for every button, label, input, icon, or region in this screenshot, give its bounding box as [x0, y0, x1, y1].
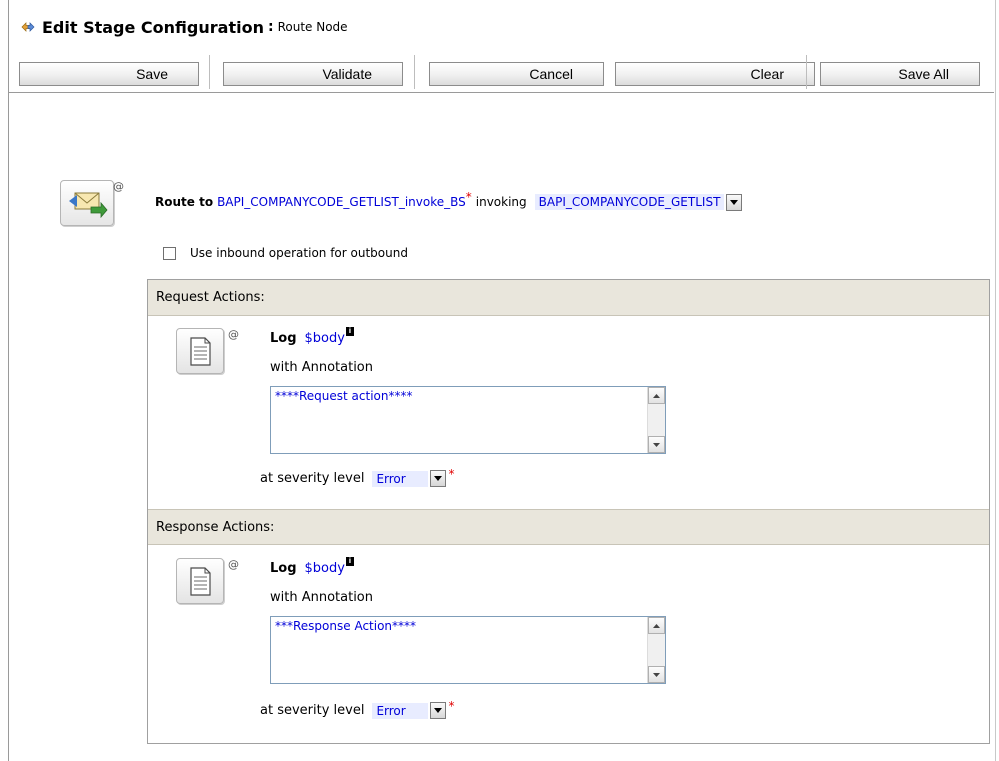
scroll-up-icon[interactable] — [648, 387, 665, 404]
response-actions-header: Response Actions: — [148, 509, 989, 545]
save-button[interactable]: Save — [19, 62, 199, 86]
validate-button[interactable]: Validate — [223, 62, 403, 86]
chevron-down-icon[interactable] — [430, 702, 447, 719]
business-service-link[interactable]: BAPI_COMPANYCODE_GETLIST_invoke_BS — [217, 195, 466, 209]
log-expression-link[interactable]: $body — [305, 561, 345, 576]
severity-label: at severity level — [260, 703, 365, 718]
actions-panel: Request Actions: @ Log $body i with Anno… — [147, 279, 990, 744]
log-expression-link[interactable]: $body — [305, 331, 345, 346]
route-config-row: Route to BAPI_COMPANYCODE_GETLIST_invoke… — [155, 190, 743, 212]
required-marker: * — [465, 190, 472, 204]
title-separator: : — [267, 19, 274, 35]
request-log-line: Log $body i — [270, 327, 354, 346]
route-to-label: Route to — [155, 195, 214, 209]
response-log-line: Log $body i — [270, 557, 354, 576]
info-icon[interactable]: i — [345, 327, 354, 336]
route-at-marker[interactable]: @ — [113, 180, 124, 193]
cancel-button[interactable]: Cancel — [429, 62, 604, 86]
operation-select[interactable]: BAPI_COMPANYCODE_GETLIST — [534, 193, 743, 211]
response-log-at-marker[interactable]: @ — [228, 558, 239, 571]
with-annotation-label: with Annotation — [270, 590, 374, 605]
page-title: Edit Stage Configuration : Route Node — [20, 16, 348, 38]
stage-config-icon — [20, 19, 36, 35]
log-document-icon[interactable] — [176, 558, 224, 604]
clear-button[interactable]: Clear — [615, 62, 815, 86]
severity-select-value[interactable]: Error — [372, 702, 429, 719]
response-severity-row: at severity level Error * — [260, 698, 458, 719]
scrollbar[interactable] — [647, 387, 665, 453]
severity-label: at severity level — [260, 471, 365, 486]
request-annotation-textarea[interactable]: ****Request action**** — [270, 386, 666, 454]
severity-select-value[interactable]: Error — [372, 470, 429, 487]
required-marker: * — [448, 698, 455, 713]
scroll-down-icon[interactable] — [648, 666, 665, 683]
log-label: Log — [270, 561, 297, 576]
save-all-button[interactable]: Save All — [820, 62, 980, 86]
request-annotation-input[interactable]: ****Request action**** — [271, 387, 649, 453]
request-log-at-marker[interactable]: @ — [228, 328, 239, 341]
use-inbound-label: Use inbound operation for outbound — [190, 246, 408, 260]
page-title-text: Edit Stage Configuration — [42, 17, 264, 37]
scroll-down-icon[interactable] — [648, 436, 665, 453]
invoking-label: invoking — [475, 195, 527, 209]
route-envelope-icon[interactable] — [60, 180, 114, 226]
toolbar-separator — [209, 55, 210, 89]
log-label: Log — [270, 331, 297, 346]
response-annotation-textarea[interactable]: ***Response Action**** — [270, 616, 666, 684]
toolbar: Save Validate Cancel Clear Save All — [9, 52, 994, 93]
info-icon[interactable]: i — [345, 557, 354, 566]
page-subtitle: Route Node — [277, 20, 348, 34]
request-actions-header: Request Actions: — [148, 280, 989, 316]
scrollbar[interactable] — [647, 617, 665, 683]
chevron-down-icon[interactable] — [726, 193, 743, 211]
frame-left-border — [8, 0, 9, 761]
use-inbound-row: Use inbound operation for outbound — [163, 244, 408, 262]
operation-select-value[interactable]: BAPI_COMPANYCODE_GETLIST — [534, 194, 725, 210]
chevron-down-icon[interactable] — [430, 470, 447, 487]
response-annotation-input[interactable]: ***Response Action**** — [271, 617, 649, 683]
required-marker: * — [448, 466, 455, 481]
scroll-up-icon[interactable] — [648, 617, 665, 634]
frame-right-border — [995, 0, 996, 761]
log-document-icon[interactable] — [176, 328, 224, 374]
toolbar-separator — [806, 55, 807, 89]
toolbar-separator — [414, 55, 415, 89]
with-annotation-label: with Annotation — [270, 360, 374, 375]
use-inbound-checkbox[interactable] — [163, 246, 176, 260]
request-severity-row: at severity level Error * — [260, 466, 458, 487]
